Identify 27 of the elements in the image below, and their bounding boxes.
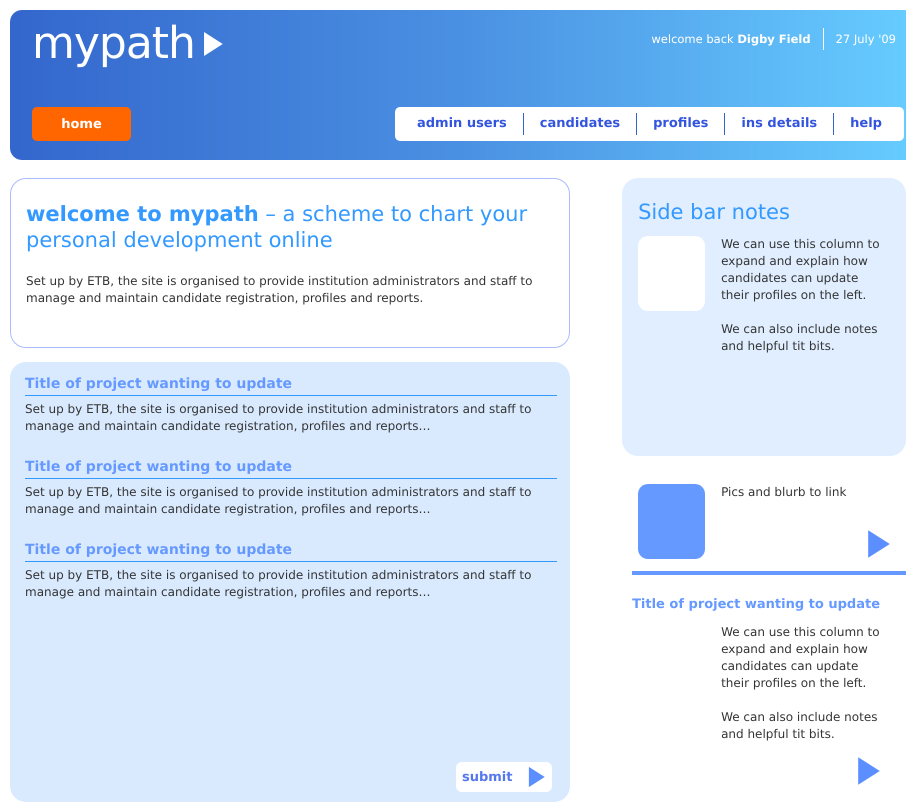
project-text: Set up by ETB, the site is organised to provide institution administrators and staff to manage and maintain candidate registration, profiles and reports… [25,484,532,518]
link-blurb: Pics and blurb to link [721,484,846,501]
nav-link[interactable]: ins details [724,113,834,135]
project-text: Set up by ETB, the site is organised to provide institution administrators and staff to manage and maintain candidate registration, profiles and reports… [25,567,532,601]
welcome-text: welcome back [651,32,735,46]
nav-link[interactable]: profiles [636,113,724,135]
project-text: Set up by ETB, the site is organised to provide institution administrators and staff to manage and maintain candidate registration, profiles and reports… [25,401,532,435]
date-text: 27 July '09 [836,32,896,46]
submit-button[interactable]: submit [456,762,552,792]
play-arrow-icon [528,766,546,788]
home-button[interactable]: home [32,107,131,141]
feature-title[interactable]: Title of project wanting to update [632,597,906,612]
logo-play-icon [202,31,224,57]
nav-link[interactable]: help [833,113,898,135]
intro-text: Set up by ETB, the site is organised to provide institution administrators and staff to manage and maintain candidate registration, profiles and reports. [26,273,534,307]
feature-text: We can also include notes and helpful tit bits. [721,709,878,743]
logo-text[interactable]: mypath [32,22,195,66]
feature-text: We can use this column to expand and explain how candidates can update their profiles on the left. [721,624,881,692]
play-arrow-icon[interactable] [867,529,892,559]
sidebar-title: Side bar notes [638,200,791,224]
play-arrow-icon[interactable] [857,756,882,786]
user-name: Digby Field [737,32,811,46]
nav-link[interactable]: admin users [400,113,523,135]
sidebar-text: We can use this column to expand and explain how candidates can update their profiles on the left. [721,236,881,304]
sidebar-text: We can also include notes and helpful tit bits. [721,321,878,355]
nav-link[interactable]: candidates [522,113,636,135]
welcome-heading: welcome to mypath – a scheme to chart your personal development online [26,201,528,253]
